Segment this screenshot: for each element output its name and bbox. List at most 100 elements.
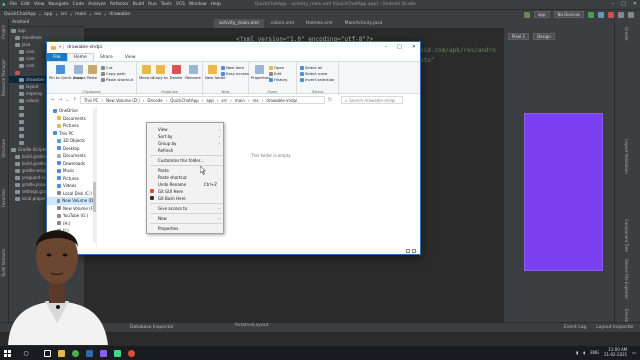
context-item-give-access[interactable]: Give access to › (147, 205, 223, 211)
quick-access-toolbar[interactable]: ▾ | (59, 45, 64, 50)
copy-path-button[interactable]: Copy path (101, 71, 125, 76)
close-icon[interactable]: ✕ (412, 44, 416, 50)
new-folder-button[interactable]: New folder (205, 65, 226, 80)
layout-breadcrumb[interactable]: RelativeLayout (235, 323, 268, 328)
nav-item-3d-objects[interactable]: 3D Objects (47, 137, 96, 145)
nav-item-this-pc[interactable]: This PC (47, 130, 96, 138)
tool-tab-layout-validation[interactable]: Layout Validation (624, 139, 629, 174)
taskbar-app-chrome[interactable] (68, 346, 82, 360)
path-segment[interactable]: This PC (84, 98, 99, 103)
easy-access-button[interactable]: Easy access (221, 71, 249, 76)
menu-navigate[interactable]: Navigate (48, 2, 68, 7)
back-arrow-icon[interactable]: ← (51, 97, 55, 103)
context-item-group-by[interactable]: Group by › (147, 140, 223, 146)
start-button[interactable] (2, 346, 12, 360)
tree-item[interactable]: manifests (9, 34, 84, 41)
pin-quick-access-button[interactable]: Pin to Quick access (49, 65, 86, 80)
device-preview-screen[interactable] (524, 113, 603, 271)
ribbon-tab-home[interactable]: Home (66, 53, 94, 61)
hammer-icon[interactable] (523, 11, 530, 18)
tab-activity-main[interactable]: activity_main.xml (214, 19, 264, 28)
path-segment[interactable]: QuickChatApp (170, 98, 198, 103)
breadcrumb-item[interactable]: main (75, 12, 86, 17)
menu-edit[interactable]: Edit (21, 2, 30, 7)
ribbon-tab-share[interactable]: Share (94, 53, 119, 61)
stop-icon[interactable] (608, 11, 614, 18)
context-item-properties[interactable]: Properties (147, 225, 223, 231)
delete-button[interactable]: Delete (169, 65, 183, 80)
path-segment[interactable]: res (252, 98, 258, 103)
recent-locations-icon[interactable]: ⌄ (65, 97, 69, 103)
refresh-icon[interactable]: ↻ (328, 97, 332, 103)
breadcrumb-item[interactable]: app (44, 12, 52, 17)
context-item-view[interactable]: View › (147, 126, 223, 132)
context-item-paste[interactable]: Paste (147, 167, 223, 173)
menu-analyze[interactable]: Analyze (88, 2, 106, 7)
network-icon[interactable]: ▮ (576, 350, 578, 355)
search-icon[interactable] (628, 11, 634, 18)
taskbar-search-button[interactable]: ○ (12, 346, 40, 360)
layout-inspector-tab[interactable]: Layout Inspector (596, 325, 634, 330)
copy-to-button[interactable]: Copy to (153, 65, 168, 80)
forward-arrow-icon[interactable]: → (58, 97, 62, 103)
rename-button[interactable]: Rename (185, 65, 201, 80)
menu-file[interactable]: File (9, 2, 17, 7)
project-view-select[interactable]: Android (9, 19, 84, 27)
nav-item-desktop[interactable]: Desktop (47, 145, 96, 153)
context-item-paste-shortcut[interactable]: Paste shortcut (147, 174, 223, 180)
nav-item-onedrive[interactable]: OneDrive (47, 107, 96, 115)
invert-selection-button[interactable]: Invert selection (300, 77, 334, 82)
open-button[interactable]: Open (269, 65, 284, 70)
taskbar-app-task-view[interactable] (40, 346, 54, 360)
paste-button[interactable]: Paste (85, 65, 99, 80)
nav-item-documents[interactable]: Documents (47, 152, 96, 160)
path-segment[interactable]: src (221, 98, 227, 103)
context-item-sort-by[interactable]: Sort by › (147, 133, 223, 139)
path-segment[interactable]: drawable-xhdpi (266, 98, 297, 103)
taskbar-app-recorder[interactable] (124, 346, 138, 360)
nav-item-videos[interactable]: Videos (47, 182, 96, 190)
menu-view[interactable]: View (34, 2, 45, 7)
database-inspector-tab[interactable]: Database Inspector (130, 325, 174, 330)
taskbar-app-photoshop[interactable] (82, 346, 96, 360)
menu-build[interactable]: Build (133, 2, 144, 7)
tool-tab-resource-manager[interactable]: Resource Manager (1, 59, 6, 96)
nav-item-pictures[interactable]: Pictures (47, 175, 96, 183)
tool-tab-device-file-explorer[interactable]: Device File Explorer (624, 259, 629, 299)
preview-device-select[interactable]: Pixel 2 (508, 32, 530, 40)
history-button[interactable]: History (269, 77, 288, 82)
details-view-icon[interactable] (406, 249, 410, 253)
preview-design-toggle[interactable]: Design (533, 32, 555, 40)
minimize-icon[interactable]: – (385, 44, 388, 50)
large-icons-view-icon[interactable] (412, 249, 416, 253)
tab-main-activity[interactable]: MainActivity.java (340, 19, 388, 28)
breadcrumb-item[interactable]: drawable (109, 12, 130, 17)
language-indicator[interactable]: ENG (590, 350, 599, 355)
menu-window[interactable]: Window (189, 2, 207, 7)
run-config-select[interactable]: app (533, 11, 550, 18)
menu-vcs[interactable]: VCS (176, 2, 185, 7)
minimize-icon[interactable]: – (612, 1, 615, 7)
volume-icon[interactable]: ◖ (583, 350, 585, 355)
nav-item-downloads[interactable]: Downloads (47, 160, 96, 168)
taskbar-app-file-explorer[interactable] (54, 346, 68, 360)
event-log-tab[interactable]: Event Log (564, 325, 586, 330)
path-segment[interactable]: Decode (147, 98, 162, 103)
edit-button[interactable]: Edit (269, 71, 281, 76)
cut-button[interactable]: Cut (101, 65, 113, 70)
clock[interactable]: 11:00 AM 21-02-2021 (604, 347, 627, 357)
close-icon[interactable]: ✕ (633, 1, 637, 7)
context-item-git-bash[interactable]: Git Bash Here (147, 195, 223, 201)
tool-tab-project[interactable]: Project (1, 25, 6, 39)
menu-code[interactable]: Code (73, 2, 85, 7)
paste-shortcut-button[interactable]: Paste shortcut (101, 77, 133, 82)
select-none-button[interactable]: Select none (300, 71, 327, 76)
run-icon[interactable] (588, 11, 594, 18)
tool-tab-structure[interactable]: Structure (1, 139, 6, 158)
maximize-icon[interactable]: □ (621, 1, 626, 7)
tree-item[interactable]: app (9, 27, 84, 34)
menu-help[interactable]: Help (211, 2, 221, 7)
context-item-undo-rename[interactable]: Undo Rename Ctrl+Z (147, 181, 223, 187)
ribbon-tab-view[interactable]: View (119, 53, 142, 61)
menu-tools[interactable]: Tools (161, 2, 172, 7)
